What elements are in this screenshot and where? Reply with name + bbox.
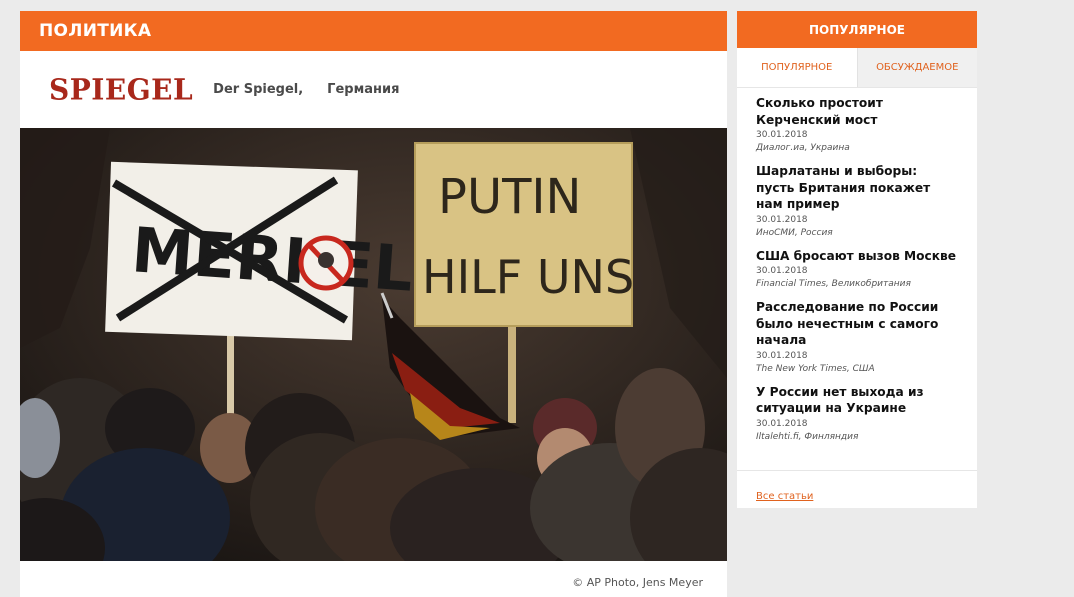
spiegel-logo[interactable]: SPIEGEL xyxy=(49,72,193,107)
source-name: Der Spiegel, xyxy=(213,82,304,97)
article-main: ПОЛИТИКА SPIEGEL Der Spiegel, Германия M… xyxy=(20,11,727,597)
news-source: Iltalehti.fi, Финляндия xyxy=(756,431,859,442)
source-country: Германия xyxy=(327,82,400,97)
putin-sign-line1: PUTIN xyxy=(438,169,581,225)
news-title[interactable]: У России нет выхода из ситуации на Украи… xyxy=(756,384,959,417)
news-date: 30.01.2018 xyxy=(756,214,808,225)
popular-sidebar: ПОПУЛЯРНОЕ ПОПУЛЯРНОЕ ОБСУЖДАЕМОЕ Скольк… xyxy=(737,11,977,508)
news-title[interactable]: Расследование по России было нечестным с… xyxy=(756,299,959,349)
news-title[interactable]: Сколько простоит Керченский мост xyxy=(756,95,959,128)
article-photo: MERKEL PUTIN HILF UNS xyxy=(20,128,727,561)
news-date: 30.01.2018 xyxy=(756,350,808,361)
sidebar-footer: Все статьи xyxy=(737,470,977,503)
news-source: The New York Times, США xyxy=(756,363,875,374)
list-item[interactable]: У России нет выхода из ситуации на Украи… xyxy=(756,384,959,444)
news-date: 30.01.2018 xyxy=(756,418,808,429)
news-source: Диалог.иа, Украина xyxy=(756,143,850,153)
news-source: Financial Times, Великобритания xyxy=(756,279,911,289)
news-list: Сколько простоит Керченский мост 30.01.2… xyxy=(737,88,977,444)
list-item[interactable]: Расследование по России было нечестным с… xyxy=(756,299,959,376)
news-date: 30.01.2018 xyxy=(756,130,808,140)
news-date: 30.01.2018 xyxy=(756,266,808,276)
section-title[interactable]: ПОЛИТИКА xyxy=(20,11,727,51)
putin-sign: PUTIN HILF UNS xyxy=(414,142,634,327)
photo-credit: © AP Photo, Jens Meyer xyxy=(572,576,703,589)
tab-popular[interactable]: ПОПУЛЯРНОЕ xyxy=(737,48,857,87)
news-title[interactable]: Шарлатаны и выборы: пусть Британия покаж… xyxy=(756,163,959,213)
list-item[interactable]: США бросают вызов Москве 30.01.2018 Fina… xyxy=(756,248,959,292)
source-row: SPIEGEL Der Spiegel, Германия xyxy=(20,51,727,128)
tab-discussed[interactable]: ОБСУЖДАЕМОЕ xyxy=(856,48,977,87)
putin-sign-line2: HILF UNS xyxy=(422,250,634,304)
sidebar-tabs: ПОПУЛЯРНОЕ ОБСУЖДАЕМОЕ xyxy=(737,48,977,88)
news-source: ИноСМИ, Россия xyxy=(756,227,833,238)
sidebar-title: ПОПУЛЯРНОЕ xyxy=(737,11,977,48)
all-articles-link[interactable]: Все статьи xyxy=(756,491,813,502)
list-item[interactable]: Сколько простоит Керченский мост 30.01.2… xyxy=(756,95,959,155)
list-item[interactable]: Шарлатаны и выборы: пусть Британия покаж… xyxy=(756,163,959,240)
news-title[interactable]: США бросают вызов Москве xyxy=(756,248,959,265)
